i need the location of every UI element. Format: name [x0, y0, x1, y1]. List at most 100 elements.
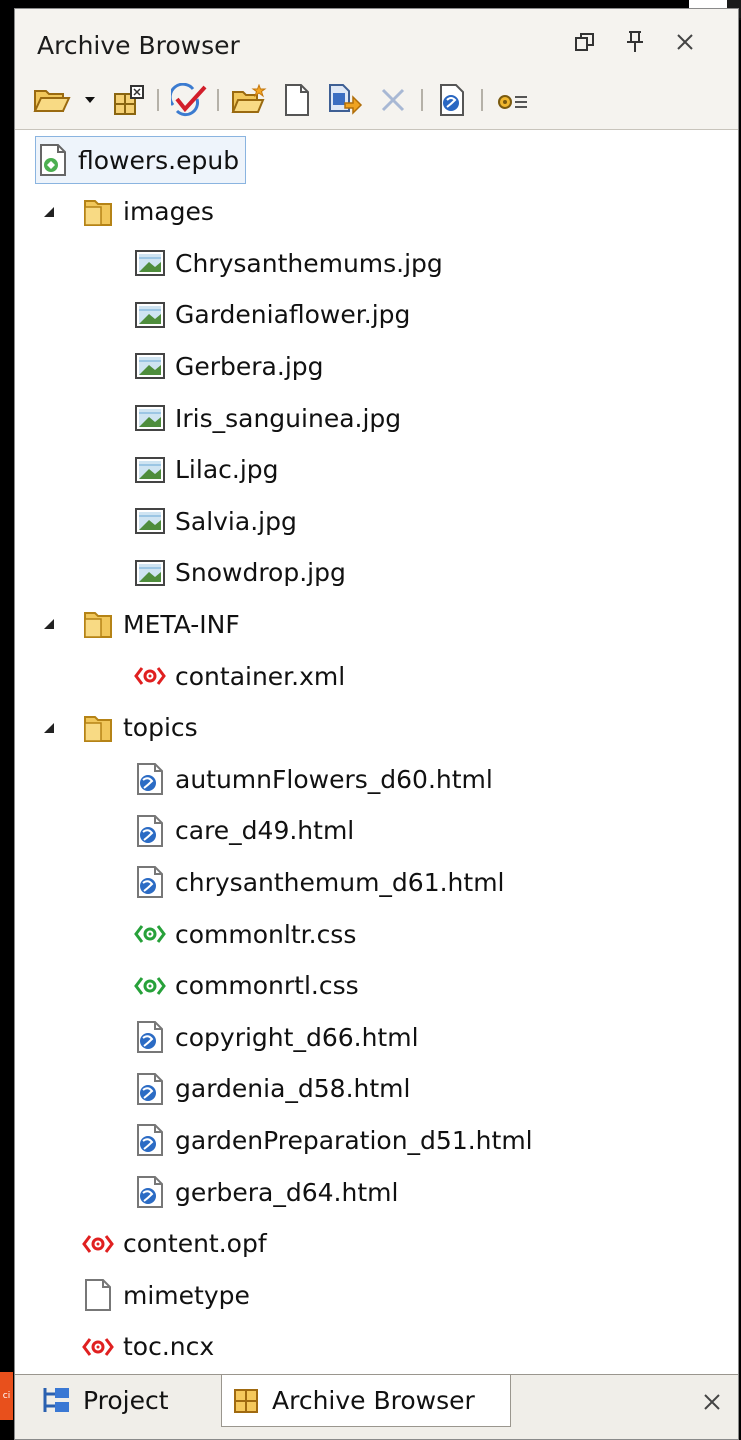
rename-button[interactable] [323, 78, 367, 122]
tree-item[interactable]: commonltr.css [133, 910, 356, 958]
html-file-icon [133, 762, 167, 796]
close-icon [677, 34, 693, 50]
validate-button[interactable] [167, 78, 211, 122]
html-file-icon [133, 1020, 167, 1054]
xml-file-icon [133, 659, 167, 693]
tab-close-button[interactable] [702, 1389, 722, 1419]
new-archive-icon [114, 85, 144, 115]
tree-item-label: copyright_d66.html [175, 1022, 419, 1052]
tree-item[interactable]: Gerbera.jpg [133, 342, 324, 390]
archive-tree: flowers.epub images Chrysanthemums.jpg Gard… [15, 129, 738, 1375]
tree-item-label: commonrtl.css [175, 971, 359, 1001]
toolbar [15, 71, 738, 129]
tree-item[interactable]: commonrtl.css [133, 962, 359, 1010]
tree-item-label: topics [123, 713, 198, 743]
tree-item[interactable]: gerbera_d64.html [133, 1168, 398, 1216]
tree-item[interactable]: content.opf [81, 1220, 267, 1268]
html-file-icon [133, 1175, 167, 1209]
expand-triangle-icon [44, 206, 54, 217]
tree-item-label: META-INF [123, 609, 240, 639]
dropdown-arrow-icon [85, 97, 95, 103]
folder-icon [81, 711, 115, 745]
tree-root-item[interactable]: flowers.epub [35, 136, 247, 184]
tab-project-label: Project [83, 1385, 169, 1415]
toolbar-separator [481, 89, 483, 111]
delete-button[interactable] [371, 78, 415, 122]
archive-browser-icon [234, 1388, 258, 1413]
tree-item[interactable]: gardenPreparation_d51.html [133, 1116, 533, 1164]
new-file-icon [285, 84, 309, 116]
folder-icon [81, 195, 115, 229]
restore-button[interactable] [567, 23, 603, 61]
css-file-icon [133, 969, 167, 1003]
image-file-icon [133, 401, 167, 435]
tree-item[interactable]: mimetype [81, 1271, 250, 1319]
properties-button[interactable] [431, 78, 475, 122]
tree-folder-images[interactable]: images [81, 188, 214, 236]
toolbar-separator [157, 89, 159, 111]
tree-folder-meta-inf[interactable]: META-INF [81, 600, 240, 648]
validate-icon [171, 83, 207, 117]
tree-item[interactable]: Iris_sanguinea.jpg [133, 394, 401, 442]
tree-folder-topics[interactable]: topics [81, 704, 198, 752]
tree-item[interactable]: Chrysanthemums.jpg [133, 239, 443, 287]
delete-icon [381, 88, 405, 112]
file-icon [81, 1278, 115, 1312]
css-file-icon [133, 917, 167, 951]
tree-item-label: content.opf [123, 1229, 267, 1259]
xml-file-icon [81, 1227, 115, 1261]
tree-item[interactable]: toc.ncx [81, 1323, 214, 1371]
tab-project[interactable]: Project [33, 1375, 219, 1425]
tree-item-label: Lilac.jpg [175, 455, 279, 485]
open-archive-button[interactable] [29, 78, 75, 122]
new-file-button[interactable] [275, 78, 319, 122]
tree-item-label: gardenia_d58.html [175, 1074, 411, 1104]
tree-item[interactable]: copyright_d66.html [133, 1013, 419, 1061]
settings-button[interactable] [491, 78, 535, 122]
tree-item[interactable]: Snowdrop.jpg [133, 549, 346, 597]
tree-item-label: gardenPreparation_d51.html [175, 1125, 533, 1155]
close-icon [704, 1394, 720, 1410]
tree-item-label: Gerbera.jpg [175, 351, 324, 381]
tree-item[interactable]: container.xml [133, 652, 345, 700]
image-file-icon [133, 246, 167, 280]
tree-item-label: mimetype [123, 1280, 250, 1310]
tree-item[interactable]: chrysanthemum_d61.html [133, 858, 505, 906]
tree-item-label: toc.ncx [123, 1332, 215, 1362]
open-archive-dropdown[interactable] [79, 78, 101, 122]
new-folder-button[interactable] [227, 78, 271, 122]
epub-file-icon [36, 143, 70, 177]
expand-triangle-icon [44, 722, 54, 733]
tree-expander[interactable] [39, 718, 59, 738]
open-archive-icon [33, 90, 71, 112]
rename-icon [329, 84, 363, 115]
pin-icon [627, 31, 643, 52]
tab-archive-browser[interactable]: Archive Browser [221, 1375, 511, 1427]
tree-expander[interactable] [39, 614, 59, 634]
expand-triangle-icon [44, 619, 54, 630]
tree-item[interactable]: autumnFlowers_d60.html [133, 755, 493, 803]
tree-item[interactable]: Gardeniaflower.jpg [133, 291, 410, 339]
tree-item-label: container.xml [175, 661, 346, 691]
tree-item[interactable]: gardenia_d58.html [133, 1065, 410, 1113]
new-archive-button[interactable] [107, 78, 151, 122]
close-panel-button[interactable] [667, 23, 703, 61]
tree-item-label: commonltr.css [175, 919, 357, 949]
tree-item[interactable]: Salvia.jpg [133, 497, 297, 545]
tree-expander[interactable] [39, 202, 59, 222]
pin-button[interactable] [617, 23, 653, 61]
html-file-icon [133, 1123, 167, 1157]
tree-item[interactable]: care_d49.html [133, 807, 354, 855]
tree-item[interactable]: Lilac.jpg [133, 446, 279, 494]
tree-item-label: care_d49.html [175, 816, 355, 846]
tree-item-label: Gardeniaflower.jpg [175, 300, 411, 330]
tree-item-label: Iris_sanguinea.jpg [175, 403, 402, 433]
tree-item-label: Salvia.jpg [175, 506, 297, 536]
html-file-icon [133, 865, 167, 899]
side-edge-marker: ci [0, 1372, 13, 1420]
panel-titlebar: Archive Browser [15, 9, 738, 71]
image-file-icon [133, 453, 167, 487]
new-folder-icon [231, 84, 267, 113]
properties-icon [440, 84, 464, 116]
project-icon [43, 1388, 69, 1412]
